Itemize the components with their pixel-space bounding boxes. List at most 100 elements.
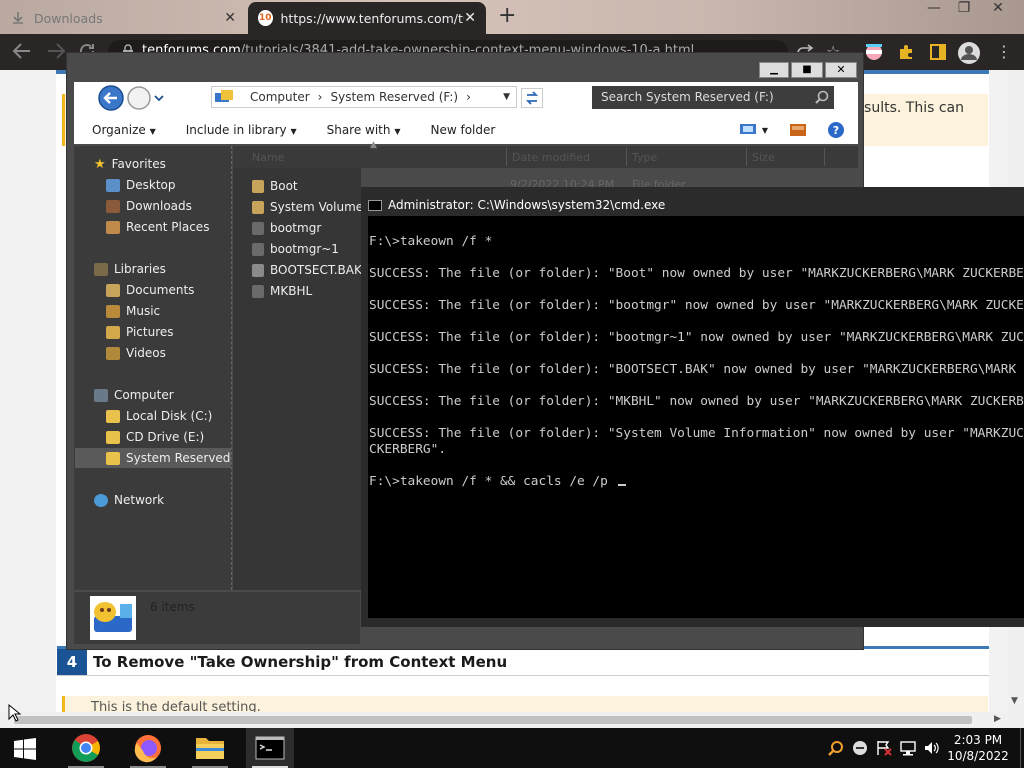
- folder-icon: [195, 735, 225, 761]
- volume-tray-icon[interactable]: [924, 740, 940, 756]
- cmd-line: SUCCESS: The file (or folder): "MKBHL" n…: [369, 394, 1024, 409]
- windows-start-icon[interactable]: [14, 738, 36, 760]
- browser-tab-tenforums[interactable]: 10 https://www.tenforums.com/tuto ✕: [248, 2, 486, 34]
- explorer-breadcrumb[interactable]: Computer › System Reserved (F:) › ▼: [211, 86, 517, 108]
- search-icon[interactable]: [815, 90, 829, 104]
- column-name[interactable]: Name: [252, 151, 284, 164]
- nav-videos[interactable]: Videos: [106, 343, 166, 363]
- taskbar-clock[interactable]: 2:03 PM 10/8/2022: [942, 732, 1014, 764]
- more-menu-icon[interactable]: ⋮: [996, 42, 1012, 61]
- nav-cd-drive[interactable]: CD Drive (E:): [106, 427, 204, 447]
- nav-network[interactable]: Network: [94, 490, 164, 510]
- explorer-back-button[interactable]: [97, 84, 167, 112]
- close-tab-icon[interactable]: ✕: [464, 10, 476, 26]
- breadcrumb-dropdown-icon[interactable]: ▼: [503, 92, 510, 102]
- action-center-flag-icon[interactable]: [876, 740, 892, 756]
- chevron-down-icon: ▼: [394, 127, 401, 136]
- breadcrumb-computer[interactable]: Computer: [250, 90, 310, 104]
- preview-pane-icon[interactable]: [790, 124, 806, 136]
- back-arrow-icon[interactable]: [12, 42, 32, 60]
- file-row-mkbhl[interactable]: MKBHL: [252, 281, 362, 301]
- restore-icon[interactable]: ❐: [946, 0, 982, 20]
- nav-pictures[interactable]: Pictures: [106, 322, 174, 342]
- browser-tab-downloads[interactable]: Downloads ✕: [0, 2, 246, 34]
- network-tray-icon[interactable]: [900, 740, 916, 756]
- new-tab-icon[interactable]: +: [498, 5, 516, 27]
- profile-avatar-icon[interactable]: [958, 42, 980, 64]
- close-window-icon[interactable]: ✕: [980, 0, 1016, 20]
- step-title: To Remove "Take Ownership" from Context …: [93, 653, 508, 671]
- extension-pride-icon[interactable]: [866, 44, 882, 60]
- explorer-close-button[interactable]: ✕: [825, 62, 857, 78]
- emoji-tray-icon[interactable]: [852, 740, 868, 756]
- nav-desktop[interactable]: Desktop: [106, 175, 176, 195]
- nav-favorites[interactable]: ★ Favorites: [94, 154, 166, 174]
- nav-computer[interactable]: Computer: [94, 385, 174, 405]
- column-type[interactable]: Type: [632, 151, 657, 164]
- star-icon: ★: [94, 156, 106, 172]
- file-row-boot[interactable]: Boot: [252, 176, 362, 196]
- new-folder-button[interactable]: New folder: [418, 123, 513, 137]
- step-number: 4: [57, 649, 87, 675]
- nav-local-disk[interactable]: Local Disk (C:): [106, 406, 212, 426]
- clock-time: 2:03 PM: [953, 733, 1003, 747]
- nav-downloads[interactable]: Downloads: [106, 196, 192, 216]
- include-in-library-button[interactable]: Include in library ▼: [174, 123, 315, 137]
- folder-icon: [252, 179, 264, 193]
- cmd-line: SUCCESS: The file (or folder): "bootmgr"…: [369, 298, 1024, 313]
- refresh-icon[interactable]: [521, 88, 543, 108]
- cmd-prompt-line[interactable]: F:\>takeown /f * && cacls /e /p: [369, 474, 626, 490]
- taskbar-file-explorer[interactable]: [186, 728, 234, 768]
- search-tray-icon[interactable]: [828, 740, 844, 756]
- cmd-line: SUCCESS: The file (or folder): "System V…: [369, 426, 1024, 441]
- explorer-search-input[interactable]: Search System Reserved (F:): [592, 86, 834, 109]
- column-separator[interactable]: [824, 148, 825, 166]
- scroll-down-icon[interactable]: ▼: [1011, 696, 1018, 706]
- note-box-default: This is the default setting.: [62, 696, 988, 712]
- column-separator[interactable]: [506, 148, 507, 166]
- share-with-button[interactable]: Share with ▼: [315, 123, 419, 137]
- forward-arrow-icon[interactable]: [46, 42, 66, 60]
- help-icon[interactable]: ?: [828, 122, 844, 138]
- nav-music[interactable]: Music: [106, 301, 160, 321]
- drive-icon: [106, 409, 120, 423]
- file-row-bootmgr[interactable]: bootmgr: [252, 218, 362, 238]
- nav-system-reserved[interactable]: System Reserved (F:): [75, 448, 254, 468]
- taskbar-firefox[interactable]: [124, 728, 172, 768]
- nav-libraries[interactable]: Libraries: [94, 259, 166, 279]
- show-desktop-button[interactable]: [1020, 728, 1024, 768]
- taskbar-cmd[interactable]: [246, 728, 294, 768]
- svg-text:?: ?: [833, 124, 839, 137]
- nav-recent-places[interactable]: Recent Places: [106, 217, 209, 237]
- explorer-minimize-button[interactable]: ▁: [759, 62, 789, 78]
- cmd-line: SUCCESS: The file (or folder): "Boot" no…: [369, 266, 1024, 281]
- step-header: 4 To Remove "Take Ownership" from Contex…: [57, 646, 989, 676]
- details-item-count: 6 items: [150, 600, 195, 614]
- cmd-titlebar[interactable]: Administrator: C:\Windows\system32\cmd.e…: [368, 195, 1024, 215]
- text-cursor: [617, 484, 626, 486]
- column-separator[interactable]: [626, 148, 627, 166]
- column-date[interactable]: Date modified: [512, 151, 590, 164]
- reading-list-icon[interactable]: [930, 44, 946, 60]
- file-icon: [252, 242, 264, 256]
- column-size[interactable]: Size: [752, 151, 775, 164]
- cmd-console[interactable]: F:\>takeown /f * SUCCESS: The file (or f…: [368, 216, 1024, 618]
- nav-documents[interactable]: Documents: [106, 280, 194, 300]
- scroll-right-icon[interactable]: ▶: [994, 714, 1001, 724]
- horizontal-scroll-thumb[interactable]: [14, 716, 972, 724]
- mouse-pointer-icon: [0, 700, 22, 724]
- music-icon: [106, 304, 120, 318]
- view-options-icon[interactable]: ▼: [739, 124, 768, 136]
- explorer-maximize-button[interactable]: ■: [791, 62, 823, 78]
- column-separator[interactable]: [746, 148, 747, 166]
- file-row-bootsect[interactable]: BOOTSECT.BAK: [252, 260, 362, 280]
- cmd-title-text: Administrator: C:\Windows\system32\cmd.e…: [388, 198, 666, 212]
- file-row-bootmgr1[interactable]: bootmgr~1: [252, 239, 362, 259]
- sort-arrow-icon: ▲: [370, 140, 377, 150]
- close-tab-icon[interactable]: ✕: [224, 10, 236, 26]
- extensions-puzzle-icon[interactable]: [898, 44, 914, 60]
- organize-button[interactable]: Organize ▼: [74, 123, 174, 137]
- file-row-system-volume[interactable]: System Volume Information: [252, 197, 362, 217]
- breadcrumb-drive[interactable]: System Reserved (F:): [330, 90, 458, 104]
- taskbar-chrome[interactable]: [62, 728, 110, 768]
